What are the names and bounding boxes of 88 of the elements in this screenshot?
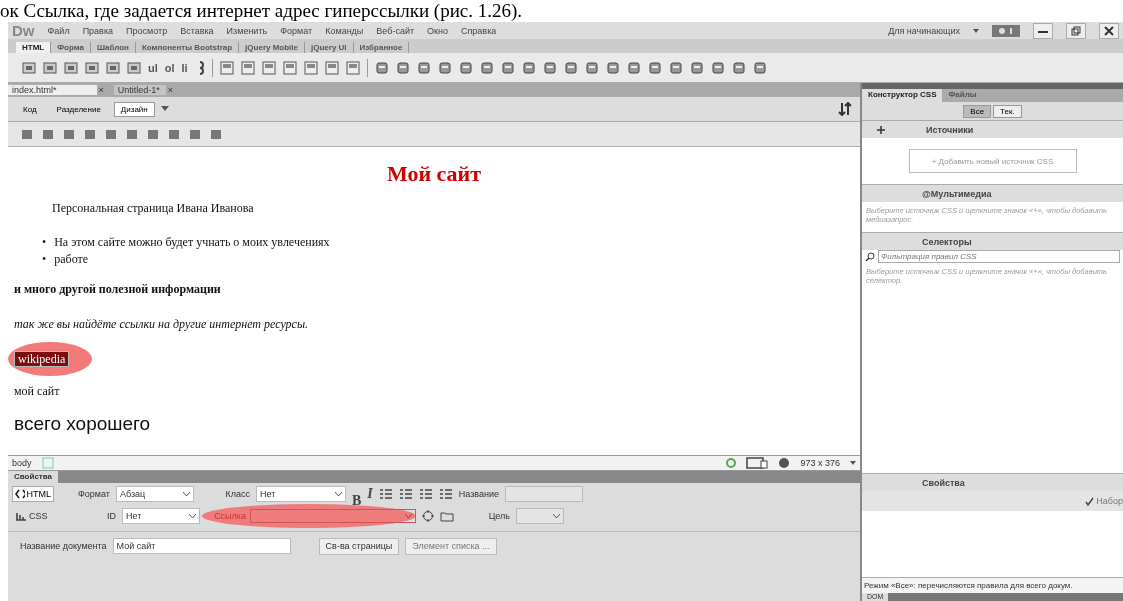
document-tab[interactable]: Untitled-1* [113, 85, 166, 95]
menu-item[interactable]: Изменить [226, 25, 268, 36]
section-title: Свойства [922, 477, 965, 488]
field-label: Формат [77, 489, 110, 499]
list-tag-button[interactable]: ol [164, 61, 175, 74]
chevron-icon [189, 514, 196, 518]
list-bullet: • [42, 252, 47, 266]
list-bullet: • [42, 235, 47, 249]
page-properties-button[interactable]: Св-ва страницы [318, 537, 400, 555]
restore-button[interactable] [1066, 22, 1086, 39]
workspace-menu[interactable]: Для начинающих [888, 25, 960, 36]
window-size-menu[interactable]: 973 x 376 [800, 458, 840, 468]
field-label: Название [458, 489, 499, 499]
globe-icon[interactable] [778, 457, 791, 469]
html-mode-button[interactable]: HTML [12, 486, 54, 502]
field-label: Цель [487, 511, 510, 521]
field-label: Ссылка [213, 511, 246, 521]
bold-button[interactable]: B [352, 493, 362, 509]
menu-item[interactable]: Формат [280, 25, 313, 36]
field-label: ID [106, 511, 116, 521]
page-text: мой сайт [14, 384, 61, 399]
document-caption: ок Ссылка, где задается интернет адрес гиперссылки (рис. 1.26). [0, 0, 524, 22]
list-item: работе [54, 252, 89, 266]
selected-link[interactable]: wikipedia [14, 351, 70, 367]
title-field[interactable] [505, 486, 583, 502]
menu-item[interactable]: Команды [325, 25, 364, 36]
chevron-icon [553, 514, 560, 518]
menu-item[interactable]: Файл [47, 25, 70, 36]
dropdown-caret-icon[interactable] [160, 106, 169, 112]
menu-item[interactable]: Вставка [180, 25, 214, 36]
close-tab-button[interactable]: × [98, 85, 112, 95]
menu-item[interactable]: Справка [461, 25, 497, 36]
panel-tab[interactable]: Свойства [8, 471, 59, 483]
caret-icon[interactable] [850, 461, 856, 465]
chevron-icon [335, 492, 342, 496]
menu-item[interactable]: Веб-сайт [376, 25, 415, 36]
restore-icon [1071, 25, 1081, 36]
chevron-icon [183, 492, 190, 496]
field-label: Название документа [20, 541, 107, 551]
list-tag-button[interactable]: li [181, 61, 188, 74]
filter-field[interactable]: Фильтрация правил CSS [878, 250, 1120, 263]
add-icon[interactable] [876, 124, 886, 135]
numbered-list-icon[interactable] [398, 488, 413, 500]
large-text: всего хорошего [14, 413, 152, 435]
caret-icon[interactable] [973, 28, 979, 33]
search-icon [865, 251, 875, 262]
document-tab[interactable]: index.html* [8, 85, 97, 95]
menu-item[interactable]: Просмотр [126, 25, 168, 36]
menu-item[interactable]: Окно [427, 25, 448, 36]
italic-button[interactable]: I [367, 486, 373, 502]
filter-button[interactable]: Все [963, 104, 992, 118]
minimize-button[interactable] [1033, 22, 1053, 39]
field-label: Класс [224, 489, 250, 499]
outdent-icon[interactable] [418, 488, 433, 500]
section-title: Источники [926, 124, 974, 135]
format-dropdown[interactable]: Абзац [116, 486, 194, 502]
section-title: @Мультимедиа [922, 188, 992, 199]
list-tag-button[interactable]: ul [148, 61, 158, 74]
bullet-list-icon[interactable] [378, 488, 393, 500]
document-title-field[interactable]: Мой сайт [112, 538, 291, 554]
close-tab-button[interactable]: × [167, 85, 182, 95]
class-dropdown[interactable]: Нет [256, 486, 346, 502]
tag-selector[interactable]: body [12, 458, 32, 468]
page-heading: Мой сайт [385, 161, 483, 187]
page-paragraph: Персональная страница Ивана Иванова [51, 201, 255, 216]
mode-info-text: Режим «Все»: перечисляются правила для всего докум. [862, 577, 1123, 593]
link-field[interactable] [250, 509, 416, 523]
css-mode-button[interactable]: CSS [12, 507, 60, 525]
app-logo: Dw [12, 22, 35, 39]
target-icon[interactable] [422, 510, 434, 522]
menu-item[interactable]: Правка [82, 25, 114, 36]
chevron-icon [405, 514, 412, 518]
set-checkbox[interactable] [1085, 496, 1095, 506]
indent-icon[interactable] [438, 488, 453, 500]
sort-icon[interactable] [838, 102, 852, 116]
filter-button[interactable]: Тек. [993, 104, 1022, 118]
chart-icon [15, 511, 27, 521]
italic-text: так же вы найдёте ссылки на другие интернет ресурсы. [14, 317, 310, 332]
view-button[interactable]: Дизайн [113, 101, 155, 117]
section-title: Селекторы [922, 236, 972, 247]
id-dropdown[interactable]: Нет [122, 508, 200, 524]
close-button[interactable] [1099, 22, 1119, 39]
check-circle-icon [726, 458, 737, 468]
bold-text: и много другой полезной информации [14, 282, 222, 297]
close-icon [1104, 25, 1114, 36]
checkbox-label: Набор [1096, 496, 1123, 506]
panel-tab[interactable]: Конструктор CSS [862, 89, 943, 102]
list-item: На этом сайте можно будет учнать о моих увлечениях [54, 235, 330, 249]
